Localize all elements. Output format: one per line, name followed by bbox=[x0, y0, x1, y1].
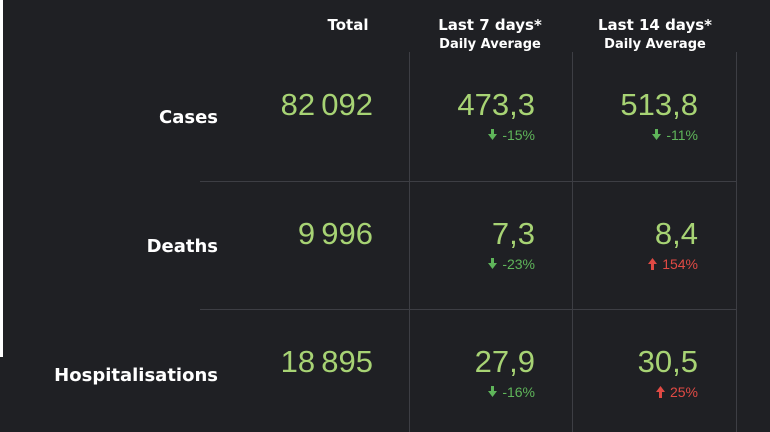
column-divider-7days bbox=[409, 52, 410, 432]
hospitalisations-7day-delta: -16% bbox=[488, 384, 535, 400]
deaths-7day-delta-text: -23% bbox=[502, 256, 535, 272]
arrow-down-icon bbox=[488, 258, 498, 269]
cases-14day-delta-text: -11% bbox=[666, 127, 698, 143]
deaths-7day-average: 7,3 bbox=[491, 216, 535, 251]
arrow-down-icon bbox=[652, 129, 662, 140]
header-last-7-days-label: Last 7 days* bbox=[438, 16, 542, 34]
header-total: Total bbox=[308, 16, 388, 34]
header-total-label: Total bbox=[327, 16, 369, 34]
arrow-down-icon bbox=[488, 129, 498, 140]
cases-7day-average: 473,3 bbox=[457, 87, 535, 122]
deaths-14day-average: 8,4 bbox=[654, 216, 698, 251]
cases-7day-delta-text: -15% bbox=[502, 127, 535, 143]
row-label-deaths: Deaths bbox=[146, 236, 218, 257]
header-last-14-days-sublabel: Daily Average bbox=[604, 37, 706, 52]
row-divider-1 bbox=[200, 181, 736, 182]
hospitalisations-14day-delta-text: 25% bbox=[669, 384, 698, 400]
hospitalisations-14day-delta: 25% bbox=[655, 384, 698, 400]
arrow-up-icon bbox=[648, 258, 658, 270]
row-divider-2 bbox=[200, 309, 736, 310]
hospitalisations-14day-average: 30,5 bbox=[637, 344, 698, 379]
header-last-7-days-sublabel: Daily Average bbox=[439, 37, 541, 52]
deaths-14day-delta-text: 154% bbox=[662, 256, 698, 272]
header-last-14-days-label: Last 14 days* bbox=[597, 16, 713, 34]
cases-total-value: 82 092 bbox=[280, 87, 373, 122]
column-divider-right bbox=[736, 52, 737, 432]
deaths-total-value: 9 996 bbox=[297, 216, 373, 251]
hospitalisations-7day-delta-text: -16% bbox=[502, 384, 535, 400]
header-last-14-days: Last 14 days* Daily Average bbox=[585, 16, 725, 54]
hospitalisations-total-value: 18 895 bbox=[280, 344, 373, 379]
cases-7day-delta: -15% bbox=[488, 127, 535, 143]
arrow-up-icon bbox=[655, 386, 665, 398]
row-label-cases: Cases bbox=[159, 107, 218, 128]
hospitalisations-7day-average: 27,9 bbox=[474, 344, 535, 379]
deaths-7day-delta: -23% bbox=[488, 256, 535, 272]
header-last-7-days: Last 7 days* Daily Average bbox=[420, 16, 560, 54]
arrow-down-icon bbox=[488, 386, 498, 397]
row-label-hospitalisations: Hospitalisations bbox=[54, 365, 218, 386]
cases-14day-average: 513,8 bbox=[620, 87, 698, 122]
column-divider-14days bbox=[572, 52, 573, 432]
cases-14day-delta: -11% bbox=[652, 127, 698, 143]
deaths-14day-delta: 154% bbox=[648, 256, 698, 272]
left-edge-strip bbox=[0, 0, 3, 357]
